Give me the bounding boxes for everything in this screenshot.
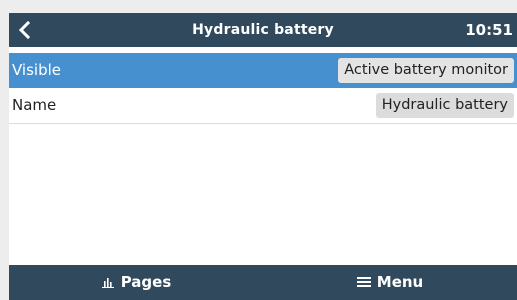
clock: 10:51 <box>465 21 513 39</box>
bottom-bar: Pages Menu <box>9 265 517 300</box>
row-label: Visible <box>12 61 61 79</box>
pages-label: Pages <box>120 273 172 291</box>
menu-button[interactable]: Menu <box>263 265 517 300</box>
device-screen: Hydraulic battery 10:51 Visible Active b… <box>9 13 517 300</box>
bar-chart-icon <box>101 278 114 288</box>
menu-label: Menu <box>376 273 424 291</box>
setting-row-visible[interactable]: Visible Active battery monitor <box>9 53 517 88</box>
row-label: Name <box>12 96 57 114</box>
pages-button[interactable]: Pages <box>9 265 263 300</box>
setting-row-name[interactable]: Name Hydraulic battery <box>9 88 517 124</box>
top-bar: Hydraulic battery 10:51 <box>9 13 517 47</box>
row-value[interactable]: Hydraulic battery <box>375 93 514 118</box>
row-value[interactable]: Active battery monitor <box>338 58 514 83</box>
hamburger-menu-icon <box>356 277 371 287</box>
page-title: Hydraulic battery <box>192 22 334 38</box>
